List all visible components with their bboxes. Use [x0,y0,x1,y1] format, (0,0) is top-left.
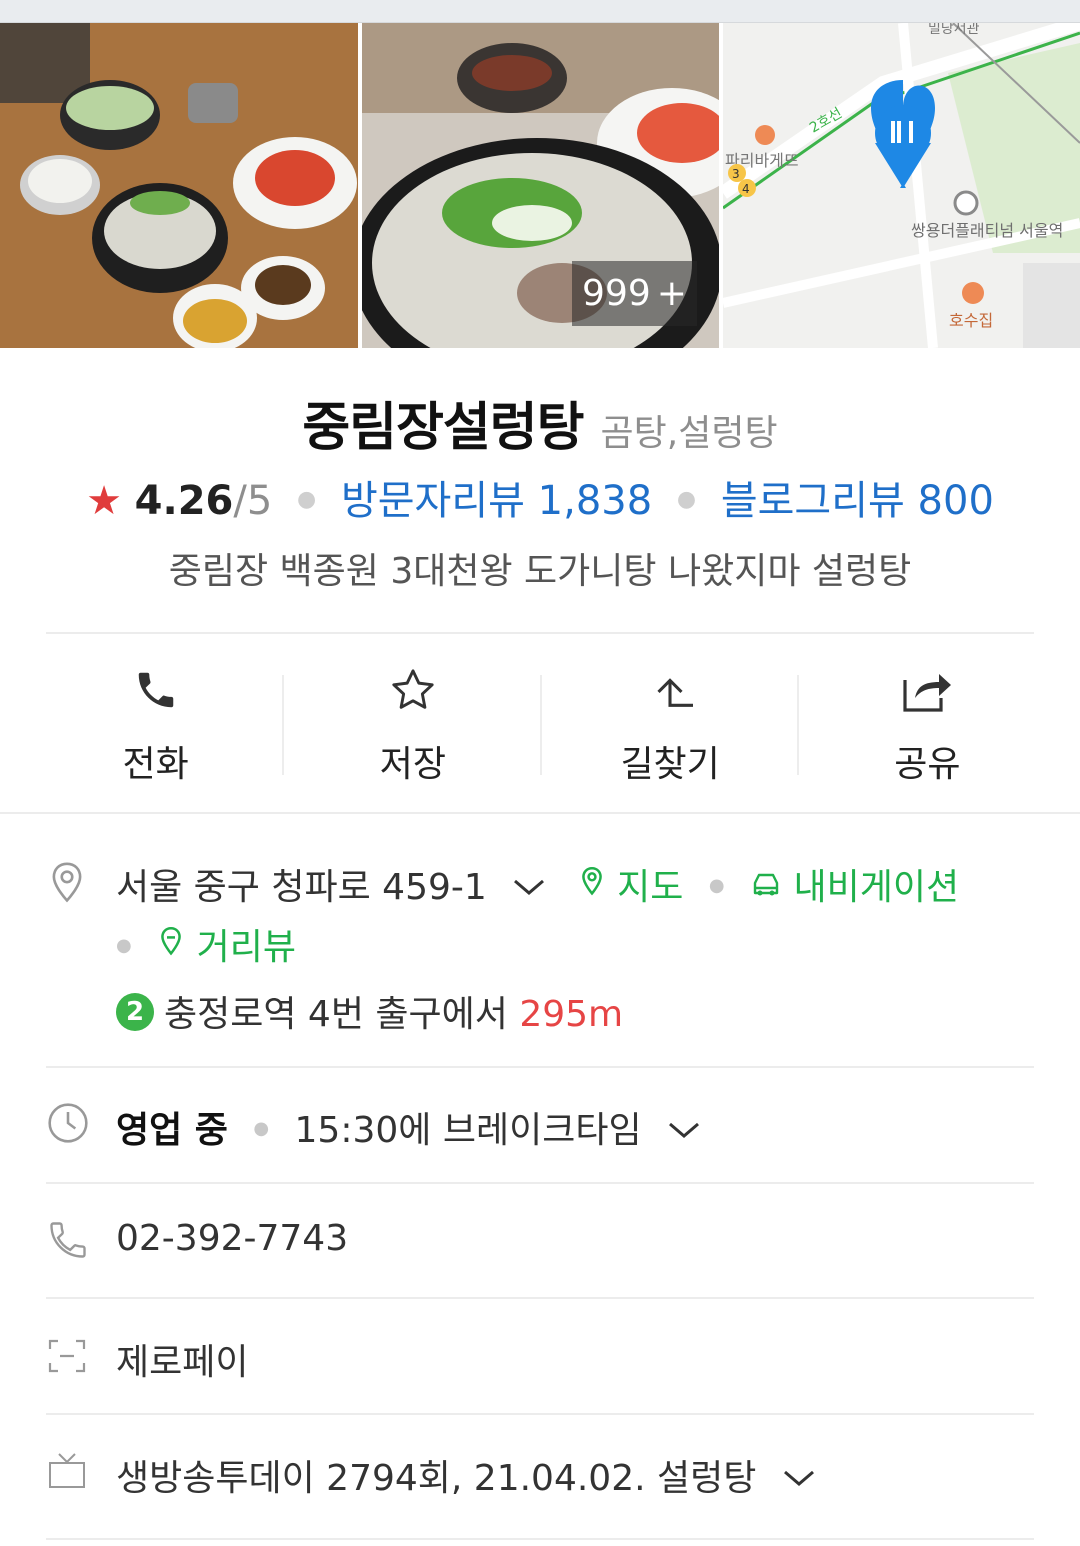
map-pin-icon [578,866,606,907]
photo-count: 999 [582,273,651,314]
separator-dot: ● [253,1118,270,1139]
divider [46,1413,1034,1415]
share-button[interactable]: 공유 [799,635,1056,805]
place-title-row: 중림장설렁탕 곰탕,설렁탕 [0,385,1080,460]
map-label-exit-3: 3 [732,167,740,181]
address-row: 서울 중구 청파로 459-1 지도 ● 내비게이션 ● 거리뷰 2 충정로역 4… [46,850,1034,1050]
separator-dot: ● [708,875,725,896]
phone-row[interactable]: 02-392-7743 [46,1212,1034,1272]
car-icon [750,866,782,907]
tv-icon [46,1451,88,1495]
divider [46,1182,1034,1184]
address-text: 서울 중구 청파로 459-1 [116,867,487,908]
map-label-restaurant: 호수집 [949,311,993,330]
payment-row: 제로페이 [46,1327,1034,1387]
business-status: 영업 중 [116,1110,228,1151]
tv-row[interactable]: 생방송투데이 2794회, 21.04.02. 설렁탕 [46,1443,1034,1503]
divider [46,1297,1034,1299]
place-name: 중림장설렁탕 [302,398,584,458]
separator-dot: ● [116,935,132,956]
divider [0,812,1080,814]
photo-count-badge[interactable]: 999 + [572,261,697,326]
location-pin-icon [46,860,88,910]
save-button[interactable]: 저장 [284,635,542,805]
call-button[interactable]: 전화 [27,635,285,805]
call-label: 전화 [122,744,189,785]
scan-icon [46,1337,88,1379]
map-label-exit-4: 4 [742,182,750,196]
blog-reviews-link[interactable]: 블로그리뷰 800 [721,478,994,524]
star-icon [388,665,438,715]
subway-distance: 295m [519,994,624,1035]
separator-dot: ● [676,487,697,512]
place-description: 중림장 백종원 3대천왕 도가니탕 나왔지마 설렁탕 [168,551,912,592]
phone-number[interactable]: 02-392-7743 [116,1218,348,1259]
rating-value: 4.26 [134,478,234,524]
phone-outline-icon [46,1218,90,1266]
payment-text: 제로페이 [116,1342,249,1383]
share-label: 공유 [894,744,961,785]
chevron-down-icon[interactable] [782,1457,816,1498]
photo-count-suffix: + [656,273,687,314]
hours-detail: 15:30에 브레이크타임 [294,1110,642,1151]
map-label-building: 쌍용더플래티넘 서울역 [911,221,1063,240]
map-link[interactable]: 지도 [617,867,683,908]
hours-row[interactable]: 영업 중 ● 15:30에 브레이크타임 [46,1095,1034,1155]
navigation-link[interactable]: 내비게이션 [793,867,959,908]
chevron-down-icon[interactable] [667,1109,701,1150]
photo-thumbnail-1[interactable] [0,23,358,348]
map-thumbnail[interactable]: 2호선 밀당서관 파리바게뜨 3 4 쌍용더플래티넘 서울역 호수집 [723,23,1080,348]
visitor-reviews-link[interactable]: 방문자리뷰 1,838 [341,478,652,524]
divider [46,632,1034,634]
phone-icon [133,665,179,715]
divider [46,1538,1034,1540]
action-bar: 전화 저장 길찾기 공유 [27,635,1056,805]
separator-dot: ● [297,487,317,512]
directions-button[interactable]: 길찾기 [542,635,799,805]
divider [46,1066,1034,1068]
directions-label: 길찾기 [620,744,720,785]
tv-text: 생방송투데이 2794회, 21.04.02. 설렁탕 [116,1458,757,1499]
share-icon [901,665,953,715]
subway-text: 충정로역 4번 출구에서 [164,994,508,1035]
directions-icon [647,665,694,715]
chevron-down-icon[interactable] [512,866,546,907]
photo-thumbnail-2[interactable]: 999 + [362,23,719,348]
stats-row: ★ 4.26/5 ● 방문자리뷰 1,838 ● 블로그리뷰 800 [0,468,1080,526]
street-view-icon [157,926,185,967]
clock-icon [46,1101,90,1149]
top-bar [0,0,1080,23]
subway-line-badge: 2 [116,993,154,1031]
place-category: 곰탕,설렁탕 [600,413,778,454]
street-view-link[interactable]: 거리뷰 [197,927,296,968]
rating-max: /5 [233,478,273,524]
map-label-top: 밀당서관 [928,23,980,37]
star-rating-icon: ★ [86,478,122,524]
save-label: 저장 [379,744,446,785]
